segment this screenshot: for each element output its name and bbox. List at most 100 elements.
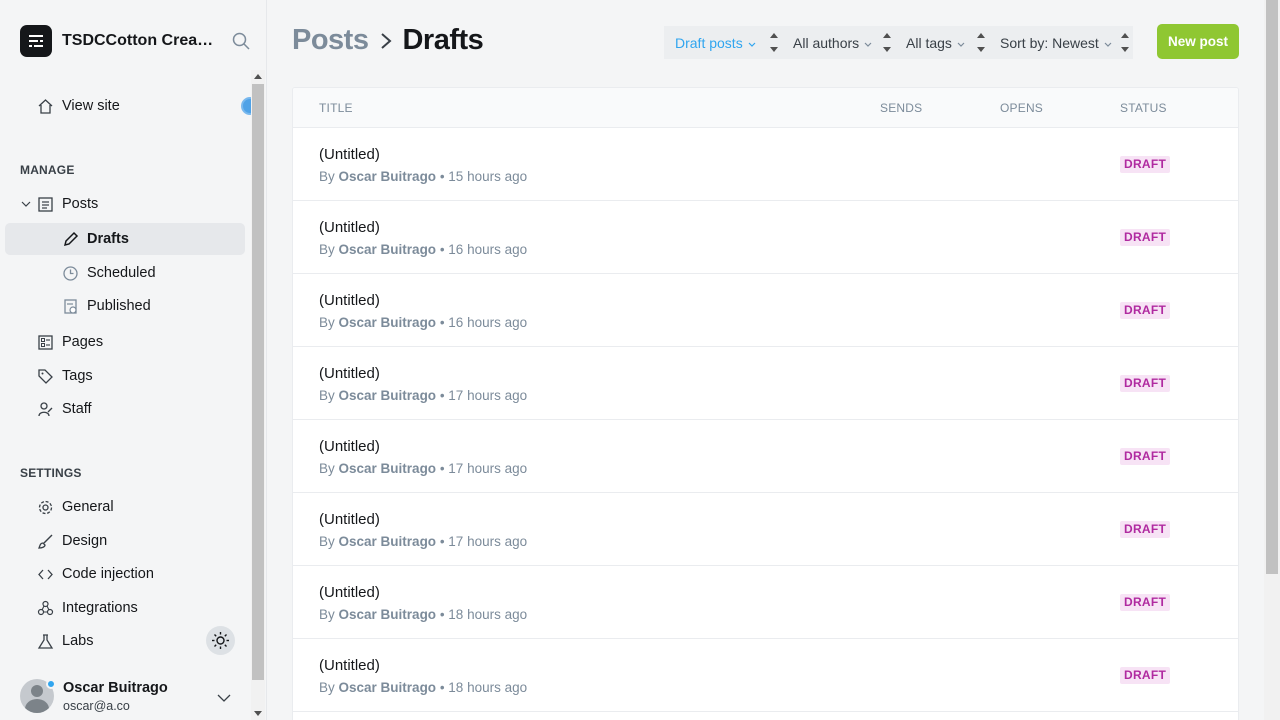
tag-icon [36,367,54,385]
tag-filter-label: All tags [906,34,952,51]
post-time: 18 hours ago [448,607,528,622]
post-meta: By Oscar Buitrago • 16 hours ago [319,242,528,257]
sidebar-item-view-site[interactable]: View site [36,90,120,122]
sidebar-item-label: Design [62,533,108,549]
post-meta: By Oscar Buitrago • 16 hours ago [319,315,528,330]
post-author: Oscar Buitrago [338,315,437,330]
chevron-down-icon [1104,35,1112,51]
post-title[interactable]: (Untitled) [319,657,380,674]
author-filter-label: All authors [793,34,860,51]
sort-select[interactable]: Sort by: Newest [989,26,1133,59]
post-title[interactable]: (Untitled) [319,219,380,236]
tag-filter-select[interactable]: All tags [895,26,989,59]
post-meta: By Oscar Buitrago • 18 hours ago [319,607,528,622]
sidebar-item-pages[interactable]: Pages [36,326,103,358]
staff-icon [36,400,54,418]
table-row[interactable]: (Untitled) By Oscar Buitrago • 18 hours … [293,639,1238,712]
table-row[interactable]: (Untitled) By Oscar Buitrago • 17 hours … [293,420,1238,493]
sort-label: Sort by: Newest [1000,34,1099,51]
chevron-down-icon[interactable] [20,195,32,213]
table-row[interactable]: (Untitled) By Oscar Buitrago • 17 hours … [293,493,1238,566]
post-author: Oscar Buitrago [338,607,437,622]
gear-icon [36,498,54,516]
post-title[interactable]: (Untitled) [319,365,380,382]
sun-icon[interactable] [206,626,235,655]
sidebar-scrollbar[interactable] [251,70,265,720]
chevron-down-icon [748,35,756,51]
sidebar-item-label: Tags [62,368,93,384]
sidebar-item-label: Scheduled [87,265,156,281]
post-title[interactable]: (Untitled) [319,511,380,528]
sidebar-item-label: Published [87,298,151,314]
status-badge: DRAFT [1120,594,1171,611]
sidebar-item-drafts[interactable]: Drafts [5,223,245,255]
post-title[interactable]: (Untitled) [319,584,380,601]
sidebar-item-label: Labs [62,633,94,649]
spinner-icon[interactable] [768,26,780,59]
post-title[interactable]: (Untitled) [319,438,380,455]
post-time: 17 hours ago [448,388,528,403]
sidebar-header: TSDCCotton Creati... [20,25,250,57]
published-icon [61,297,79,315]
post-by: By [319,315,335,330]
sidebar-item-general[interactable]: General [36,491,114,523]
post-meta: By Oscar Buitrago • 17 hours ago [319,534,528,549]
sidebar-item-code-injection[interactable]: Code injection [36,558,154,590]
search-icon[interactable] [232,32,250,55]
spinner-icon[interactable] [975,26,987,59]
post-title[interactable]: (Untitled) [319,146,380,163]
sidebar-item-label: General [62,499,114,515]
ghost-logo-icon[interactable] [20,25,52,57]
list-header: TITLE SENDS OPENS STATUS [293,88,1238,128]
posts-list: TITLE SENDS OPENS STATUS (Untitled) By O… [292,87,1239,720]
site-title[interactable]: TSDCCotton Creati... [62,32,214,50]
post-time: 17 hours ago [448,461,528,476]
column-sends: SENDS [880,101,923,115]
page-title: Drafts [402,24,484,56]
sidebar-item-label: View site [62,98,120,114]
clock-icon [61,264,79,282]
table-row[interactable]: (Untitled) By Oscar Buitrago • 18 hours … [293,566,1238,639]
sidebar-item-published[interactable]: Published [61,290,151,322]
spinner-icon[interactable] [1119,26,1131,59]
post-by: By [319,169,335,184]
breadcrumb-posts[interactable]: Posts [292,24,369,57]
brush-icon [36,532,54,550]
sidebar-item-labs[interactable]: Labs [36,625,93,657]
user-email: oscar@a.co [63,698,130,713]
table-row[interactable]: (Untitled) By Oscar Buitrago • 17 hours … [293,347,1238,420]
spinner-icon[interactable] [881,26,893,59]
post-by: By [319,461,335,476]
type-filter-label: Draft posts [675,34,743,51]
sidebar-item-scheduled[interactable]: Scheduled [61,257,156,289]
sidebar-item-integrations[interactable]: Integrations [36,592,138,624]
sidebar-item-label: Integrations [62,600,138,616]
chevron-down-icon [864,35,872,51]
column-title: TITLE [319,101,353,115]
new-post-button[interactable]: New post [1157,24,1239,59]
author-filter-select[interactable]: All authors [782,26,895,59]
chevron-right-icon [380,32,393,50]
main-scrollbar[interactable] [1264,0,1280,720]
status-badge: DRAFT [1120,448,1171,465]
chevron-down-icon[interactable] [217,690,231,708]
flask-icon [36,632,54,650]
sidebar-item-label: Posts [62,196,99,212]
sidebar-item-staff[interactable]: Staff [36,393,92,425]
post-title[interactable]: (Untitled) [319,292,380,309]
sidebar-item-design[interactable]: Design [36,525,107,557]
table-row[interactable]: (Untitled) By Oscar Buitrago • 16 hours … [293,201,1238,274]
post-time: 15 hours ago [448,169,528,184]
post-time: 16 hours ago [448,242,528,257]
post-by: By [319,242,335,257]
sidebar: TSDCCotton Creati... View site MANAGE Po… [0,0,267,720]
table-row[interactable]: (Untitled) By Oscar Buitrago • 16 hours … [293,274,1238,347]
post-author: Oscar Buitrago [338,680,437,695]
settings-section-label: SETTINGS [20,466,82,480]
type-filter-select[interactable]: Draft posts [664,26,782,59]
table-row[interactable]: (Untitled) By Oscar Buitrago • 15 hours … [293,128,1238,201]
post-time: 17 hours ago [448,534,528,549]
sidebar-item-posts[interactable]: Posts [20,188,98,220]
sidebar-item-tags[interactable]: Tags [36,360,93,392]
post-author: Oscar Buitrago [338,388,437,403]
